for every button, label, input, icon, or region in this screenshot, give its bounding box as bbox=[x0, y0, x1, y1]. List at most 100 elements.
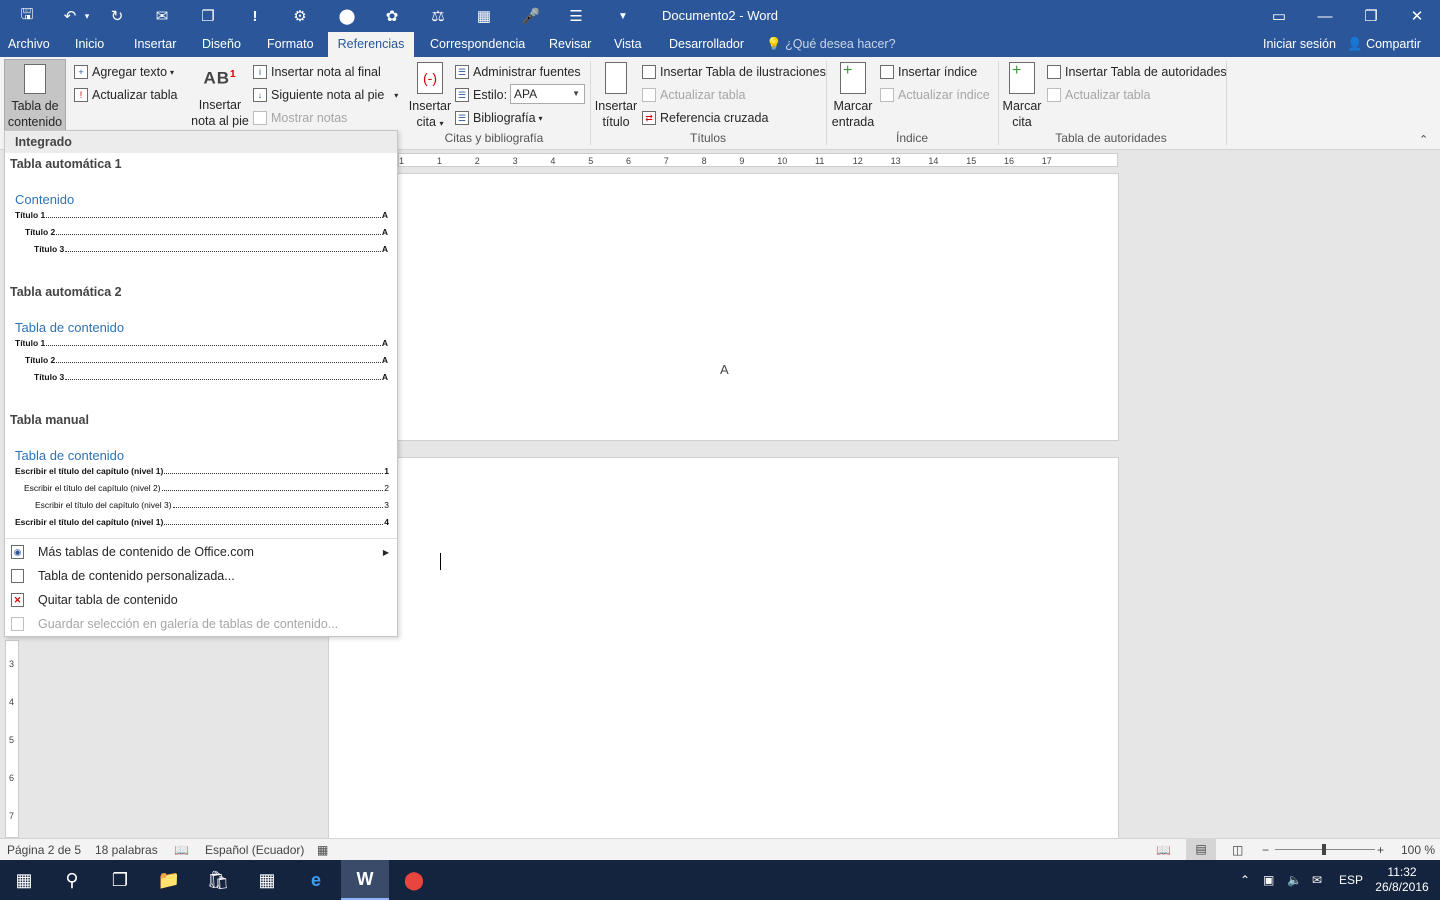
task-view-icon[interactable]: ❐ bbox=[96, 860, 144, 900]
web-layout-icon[interactable]: ◫ bbox=[1232, 843, 1243, 857]
sign-in-link[interactable]: Iniciar sesión bbox=[1263, 32, 1336, 57]
cross-reference-icon: ⇄ bbox=[642, 111, 656, 125]
update-authorities-button[interactable]: Actualizar tabla bbox=[1047, 85, 1150, 105]
insert-index-button[interactable]: Insertar índice bbox=[880, 62, 977, 82]
update-toc-button[interactable]: ! Actualizar tabla bbox=[74, 85, 177, 105]
tab-archivo[interactable]: Archivo bbox=[1, 32, 57, 57]
tab-insertar[interactable]: Insertar bbox=[127, 32, 183, 57]
zoom-level[interactable]: 100 % bbox=[1401, 843, 1435, 857]
group-divider bbox=[590, 61, 591, 145]
network-icon[interactable]: ⚙ bbox=[286, 4, 314, 28]
language-indicator[interactable]: Español (Ecuador) bbox=[205, 843, 304, 857]
table-icon[interactable]: ▦ bbox=[470, 4, 498, 28]
share-button[interactable]: 👤 Compartir bbox=[1347, 32, 1421, 57]
scales-icon[interactable]: ⚖ bbox=[424, 4, 452, 28]
tab-correspondencia[interactable]: Correspondencia bbox=[423, 32, 532, 57]
more-toc-office-item[interactable]: ◉ Más tablas de contenido de Office.com … bbox=[5, 540, 397, 564]
insert-caption-button[interactable]: Insertar título bbox=[594, 62, 638, 130]
remove-toc-item[interactable]: ✕ Quitar tabla de contenido bbox=[5, 588, 397, 612]
ruler-tick-label: 4 bbox=[9, 697, 15, 707]
copy-icon[interactable]: ❐ bbox=[194, 4, 222, 28]
store-icon[interactable]: 🛍 bbox=[194, 860, 242, 900]
calculator-icon[interactable]: ▦ bbox=[243, 860, 291, 900]
redo-icon[interactable]: ↻ bbox=[103, 4, 131, 28]
vertical-ruler[interactable]: 3 4 5 6 7 bbox=[5, 640, 19, 838]
customize-icon[interactable]: ▼ bbox=[609, 4, 637, 28]
ribbon-display-icon[interactable]: ▭ bbox=[1256, 0, 1302, 32]
org-chart-icon[interactable]: ☰ bbox=[562, 4, 590, 28]
caption-label-1: Insertar bbox=[594, 99, 638, 113]
save-selection-gallery-item[interactable]: Guardar selección en galería de tablas d… bbox=[5, 612, 397, 636]
network-tray-icon[interactable]: ▣ bbox=[1263, 860, 1274, 900]
zoom-slider-thumb[interactable] bbox=[1322, 844, 1326, 855]
print-layout-icon[interactable]: ▤ bbox=[1186, 839, 1216, 860]
ribbon-tabs: Archivo Inicio Insertar Diseño Formato R… bbox=[0, 32, 1440, 57]
chevron-up-icon[interactable]: ⌃ bbox=[1240, 860, 1250, 900]
word-icon[interactable]: W bbox=[341, 860, 389, 900]
bibliography-button[interactable]: ☰ Bibliografía ▾ bbox=[455, 108, 543, 128]
add-text-icon: + bbox=[74, 65, 88, 79]
insert-footnote-button[interactable]: AB1 Insertar nota al pie bbox=[190, 67, 250, 129]
clock[interactable]: 11:32 26/8/2016 bbox=[1372, 860, 1432, 900]
next-footnote-button[interactable]: ↓ Siguiente nota al pie ▾ bbox=[253, 85, 398, 105]
update-figures-table-button[interactable]: Actualizar tabla bbox=[642, 85, 745, 105]
menu-item-label: Más tablas de contenido de Office.com bbox=[38, 545, 254, 559]
tab-inicio[interactable]: Inicio bbox=[68, 32, 111, 57]
tell-me-box[interactable]: 💡 ¿Qué desea hacer? bbox=[766, 32, 896, 57]
envelope-icon[interactable]: ✉ bbox=[148, 4, 176, 28]
tab-desarrollador[interactable]: Desarrollador bbox=[662, 32, 751, 57]
show-notes-button[interactable]: Mostrar notas bbox=[253, 108, 347, 128]
tab-formato[interactable]: Formato bbox=[260, 32, 321, 57]
update-index-button[interactable]: Actualizar índice bbox=[880, 85, 990, 105]
cross-reference-button[interactable]: ⇄ Referencia cruzada bbox=[642, 108, 768, 128]
chrome-icon[interactable]: ⬤ bbox=[390, 860, 438, 900]
close-icon[interactable]: ✕ bbox=[1394, 0, 1440, 32]
circle-icon[interactable]: ⬤ bbox=[333, 4, 361, 28]
custom-toc-item[interactable]: Tabla de contenido personalizada... bbox=[5, 564, 397, 588]
word-count[interactable]: 18 palabras bbox=[95, 843, 158, 857]
insert-endnote-button[interactable]: i Insertar nota al final bbox=[253, 62, 381, 82]
toc-button[interactable]: Tabla de contenido ▾ bbox=[4, 59, 66, 144]
macro-icon[interactable]: ▦ bbox=[317, 843, 328, 857]
citation-style-select[interactable]: APA ▼ bbox=[510, 84, 585, 104]
proofing-icon[interactable]: 📖 bbox=[174, 843, 189, 857]
horizontal-ruler[interactable]: 1 1 2 3 4 5 6 7 8 9 10 11 12 13 14 15 16 17 bbox=[398, 153, 1118, 167]
start-icon[interactable]: ▦ bbox=[0, 860, 48, 900]
undo-dropdown-icon[interactable]: ▾ bbox=[80, 4, 94, 28]
input-language[interactable]: ESP bbox=[1339, 860, 1363, 900]
restore-icon[interactable]: ❐ bbox=[1348, 0, 1394, 32]
save-icon[interactable]: 🖫 bbox=[13, 4, 41, 28]
minimize-icon[interactable]: — bbox=[1302, 0, 1348, 32]
edge-icon[interactable]: e bbox=[292, 860, 340, 900]
document-page-2[interactable] bbox=[328, 457, 1119, 840]
page-count[interactable]: Página 2 de 5 bbox=[7, 843, 81, 857]
tab-vista[interactable]: Vista bbox=[607, 32, 649, 57]
zoom-in-icon[interactable]: + bbox=[1377, 843, 1384, 857]
microphone-icon[interactable]: 🎤 bbox=[517, 4, 545, 28]
search-icon[interactable]: ⚲ bbox=[48, 860, 96, 900]
mark-entry-button[interactable]: + Marcar entrada bbox=[830, 62, 876, 130]
tab-diseno[interactable]: Diseño bbox=[195, 32, 248, 57]
zoom-out-icon[interactable]: − bbox=[1262, 843, 1269, 857]
mark-citation-button[interactable]: + Marcar cita bbox=[1000, 62, 1044, 130]
update-authorities-icon bbox=[1047, 88, 1061, 102]
lightbulb-icon: 💡 bbox=[766, 37, 782, 51]
document-page-1[interactable]: A bbox=[328, 173, 1119, 441]
tab-revisar[interactable]: Revisar bbox=[542, 32, 598, 57]
insert-authorities-button[interactable]: Insertar Tabla de autoridades bbox=[1047, 62, 1227, 82]
document-icon bbox=[11, 569, 24, 583]
tab-referencias[interactable]: Referencias bbox=[328, 32, 414, 57]
exclamation-icon[interactable]: ! bbox=[241, 4, 269, 28]
read-mode-icon[interactable]: 📖 bbox=[1156, 843, 1171, 857]
insert-citation-button[interactable]: (-) Insertar cita ▾ bbox=[408, 62, 452, 132]
style-icon: ☰ bbox=[455, 88, 469, 102]
notifications-icon[interactable]: ✉ bbox=[1312, 860, 1322, 900]
add-text-button[interactable]: + Agregar texto ▾ bbox=[74, 62, 174, 82]
ribbon-icon[interactable]: ✿ bbox=[378, 4, 406, 28]
ruler-tick-label: 14 bbox=[928, 156, 939, 166]
volume-icon[interactable]: 🔈 bbox=[1287, 860, 1302, 900]
manage-sources-button[interactable]: ☰ Administrar fuentes bbox=[455, 62, 581, 82]
insert-table-figures-button[interactable]: Insertar Tabla de ilustraciones bbox=[642, 62, 826, 82]
collapse-ribbon-icon[interactable]: ⌃ bbox=[1419, 133, 1428, 146]
file-explorer-icon[interactable]: 📁 bbox=[145, 860, 193, 900]
